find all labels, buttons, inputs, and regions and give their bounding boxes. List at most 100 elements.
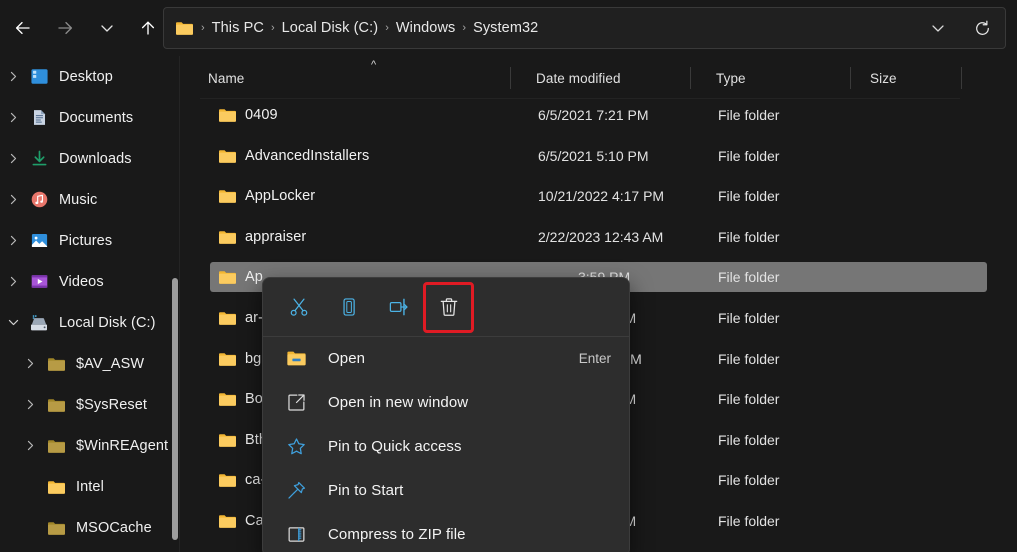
- trash-icon: [440, 298, 457, 316]
- file-name-label: Ap: [245, 269, 263, 286]
- chevron-right-icon[interactable]: [17, 439, 43, 452]
- sidebar-item-pictures[interactable]: Pictures: [0, 220, 180, 261]
- sidebar-item-documents[interactable]: Documents: [0, 97, 180, 138]
- context-menu[interactable]: Open Enter Open in new window Pin to Quick …: [262, 277, 630, 552]
- forward-button[interactable]: [48, 11, 82, 45]
- column-header-type[interactable]: Type: [716, 58, 746, 98]
- folder-icon: [218, 148, 237, 164]
- column-header-size[interactable]: Size: [870, 58, 897, 98]
- sidebar-item-winreagent[interactable]: $WinREAgent: [0, 425, 180, 466]
- up-button[interactable]: [131, 11, 165, 45]
- context-menu-item-label: Open in new window: [328, 393, 469, 411]
- sidebar-item-desktop[interactable]: Desktop: [0, 56, 180, 97]
- delete-button[interactable]: [423, 281, 474, 333]
- folder-icon: [219, 149, 236, 163]
- folder-icon: [219, 109, 236, 122]
- breadcrumb-system32[interactable]: System32: [469, 18, 542, 38]
- folder-icon: [218, 513, 237, 529]
- chevron-right-icon[interactable]: [0, 70, 26, 83]
- context-menu-item-pin-to-start[interactable]: Pin to Start: [263, 468, 629, 512]
- sidebar-item-sysreset[interactable]: $SysReset: [0, 384, 180, 425]
- sidebar-item-msocache[interactable]: MSOCache: [0, 507, 180, 548]
- table-row[interactable]: 0409 6/5/2021 7:21 PM File folder: [210, 100, 987, 130]
- sidebar-item-videos[interactable]: Videos: [0, 261, 180, 302]
- chevron-right-icon[interactable]: [0, 234, 26, 247]
- column-divider[interactable]: [510, 67, 511, 89]
- column-header-date-modified[interactable]: Date modified: [536, 58, 621, 98]
- table-row[interactable]: appraiser 2/22/2023 12:43 AM File folder: [210, 222, 987, 252]
- sidebar-item-downloads[interactable]: Downloads: [0, 138, 180, 179]
- file-type-cell: File folder: [718, 107, 780, 123]
- context-menu-item-compress-to-zip-file[interactable]: Compress to ZIP file: [263, 512, 629, 552]
- downloads-icon: [32, 150, 46, 166]
- breadcrumb-this-pc[interactable]: This PC: [208, 18, 268, 38]
- file-name-label: AdvancedInstallers: [245, 147, 370, 164]
- chevron-right-icon[interactable]: [0, 111, 26, 124]
- context-menu-item-icon: [283, 524, 309, 545]
- chevron-right-icon[interactable]: [17, 357, 43, 370]
- folder-icon: [219, 515, 236, 528]
- context-menu-item-pin-to-quick-access[interactable]: Pin to Quick access: [263, 424, 629, 468]
- file-name-label: 0409: [245, 107, 278, 123]
- pin-icon: [286, 480, 307, 501]
- column-divider[interactable]: [961, 67, 962, 89]
- folder-icon: [218, 432, 237, 448]
- copy-icon: [342, 298, 355, 316]
- folder-icon: [47, 479, 66, 495]
- sidebar-item-local-disk-c[interactable]: Local Disk (C:): [0, 302, 180, 343]
- sidebar-scrollbar-thumb[interactable]: [172, 278, 178, 540]
- sidebar-icon: [26, 272, 52, 291]
- sidebar-item-music[interactable]: Music: [0, 179, 180, 220]
- file-type-cell: File folder: [718, 513, 780, 529]
- chevron-right-icon[interactable]: [0, 193, 26, 206]
- sidebar-item-label: Videos: [59, 273, 104, 290]
- folder-icon: [219, 190, 236, 203]
- column-divider[interactable]: [690, 67, 691, 89]
- recent-locations-button[interactable]: [90, 11, 124, 45]
- refresh-icon: [975, 20, 989, 35]
- back-button[interactable]: [6, 11, 40, 45]
- cut-button[interactable]: [275, 284, 322, 331]
- context-menu-item-label: Pin to Start: [328, 481, 404, 499]
- navigation-pane[interactable]: Desktop Documents Downloads Music Pictures Vi…: [0, 56, 180, 552]
- table-row[interactable]: AppLocker 10/21/2022 4:17 PM File folder: [210, 181, 987, 211]
- chevron-right-icon[interactable]: [17, 398, 43, 411]
- sidebar-item-av-asw[interactable]: $AV_ASW: [0, 343, 180, 384]
- chevron-right-icon[interactable]: [0, 152, 26, 165]
- folder-icon-dim: [47, 438, 66, 454]
- sidebar-item-onedrivetemp[interactable]: OneDriveTemp: [0, 548, 180, 552]
- sidebar-item-intel[interactable]: Intel: [0, 466, 180, 507]
- chevron-down-icon[interactable]: [0, 316, 26, 329]
- folder-icon: [218, 107, 237, 123]
- breadcrumb-windows[interactable]: Windows: [392, 18, 460, 38]
- folder-icon: [219, 271, 236, 285]
- file-name-cell: Bo: [218, 384, 263, 414]
- refresh-button[interactable]: [967, 13, 997, 43]
- column-divider[interactable]: [850, 67, 851, 89]
- folder-open-icon: [286, 351, 306, 366]
- context-menu-item-icon: [283, 349, 309, 367]
- context-menu-item-icon: [283, 392, 309, 413]
- address-bar[interactable]: › This PC › Local Disk (C:) › Windows › …: [163, 7, 1006, 49]
- documents-icon: [30, 108, 49, 127]
- table-row[interactable]: AdvancedInstallers 6/5/2021 5:10 PM File f…: [210, 141, 987, 171]
- folder-icon: [219, 352, 236, 366]
- copy-button[interactable]: [325, 284, 372, 331]
- chevron-right-icon[interactable]: [0, 275, 26, 288]
- context-menu-item-label: Pin to Quick access: [328, 437, 462, 455]
- column-header-name[interactable]: Name: [208, 58, 244, 98]
- breadcrumb-local-disk[interactable]: Local Disk (C:): [278, 18, 383, 38]
- context-menu-item-open[interactable]: Open Enter: [263, 336, 629, 380]
- context-menu-item-open-in-new-window[interactable]: Open in new window: [263, 380, 629, 424]
- context-menu-item-label: Compress to ZIP file: [328, 525, 466, 543]
- file-name-label: Bo: [245, 391, 263, 408]
- file-name-label: bg: [245, 350, 262, 367]
- context-menu-item-shortcut: Enter: [578, 350, 611, 366]
- file-name-cell: Bth: [218, 425, 267, 455]
- folder-icon: [218, 310, 237, 326]
- previous-locations-button[interactable]: [923, 13, 953, 43]
- file-name-cell: appraiser: [218, 222, 306, 252]
- rename-icon: [389, 298, 408, 316]
- rename-button[interactable]: [375, 284, 422, 331]
- column-header-row: Name Date modified Type Size: [180, 58, 1017, 98]
